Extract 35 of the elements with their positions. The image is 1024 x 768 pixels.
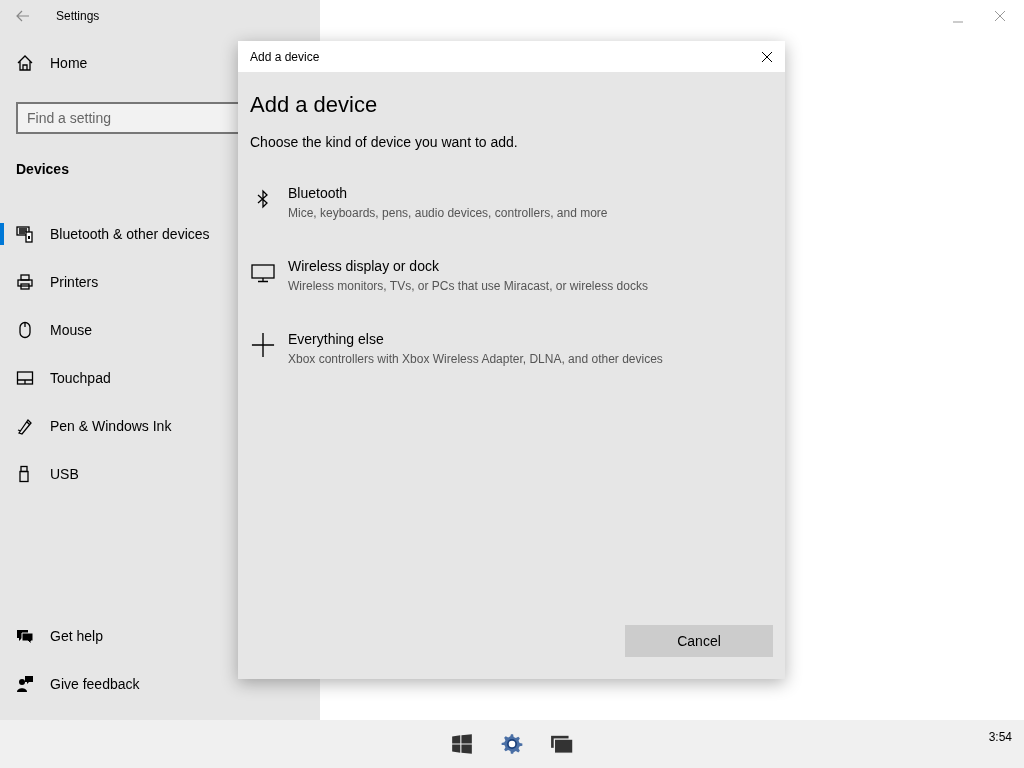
pen-icon [16,417,34,435]
keyboard-icon [16,225,34,243]
sidebar-item[interactable]: Mouse [0,319,97,341]
help-chat-icon [16,627,34,645]
dialog-title: Add a device [250,48,320,66]
sidebar-item[interactable]: Pen & Windows Ink [0,415,176,437]
section-heading: Devices [16,161,69,177]
clock-text: 3:54 [988,729,1012,746]
back-arrow-icon[interactable] [16,10,30,22]
plus-icon [251,333,275,358]
touchpad-icon [16,369,34,387]
home-nav-item[interactable]: Home [0,39,92,87]
person-chat-icon [16,675,34,693]
close-icon[interactable] [761,50,773,63]
home-icon [16,54,34,72]
device-option[interactable]: Bluetooth Mice, keyboards, pens, audio devices, controllers, and more [244,183,773,223]
stacked-windows-icon [550,733,574,755]
sidebar-link[interactable]: Get help [0,612,107,660]
windows-logo-icon [450,733,474,755]
sidebar-item[interactable]: Touchpad [0,367,115,389]
cancel-button[interactable]: Cancel [625,625,773,657]
sidebar-item[interactable]: Bluetooth & other devices [0,223,214,245]
sidebar-item[interactable]: USB [0,463,83,485]
gear-icon [500,733,524,755]
device-option[interactable]: Wireless display or dock Wireless monitors, TVs, or PCs that use Miracast, or wireless docks [244,256,773,296]
window-title: Settings [56,8,100,25]
printer-icon [16,273,34,291]
taskbar-button[interactable] [550,733,574,755]
sidebar-link[interactable]: Give feedback [0,660,144,708]
mouse-icon [16,321,34,339]
device-option[interactable]: Everything else Xbox controllers with Xbox Wireless Adapter, DLNA, and other devices [244,329,773,369]
taskbar-button[interactable] [500,733,524,755]
dialog-subtitle: Choose the kind of device you want to add. [249,133,519,153]
sidebar-item[interactable]: Printers [0,271,103,293]
taskbar-button[interactable] [450,733,474,755]
